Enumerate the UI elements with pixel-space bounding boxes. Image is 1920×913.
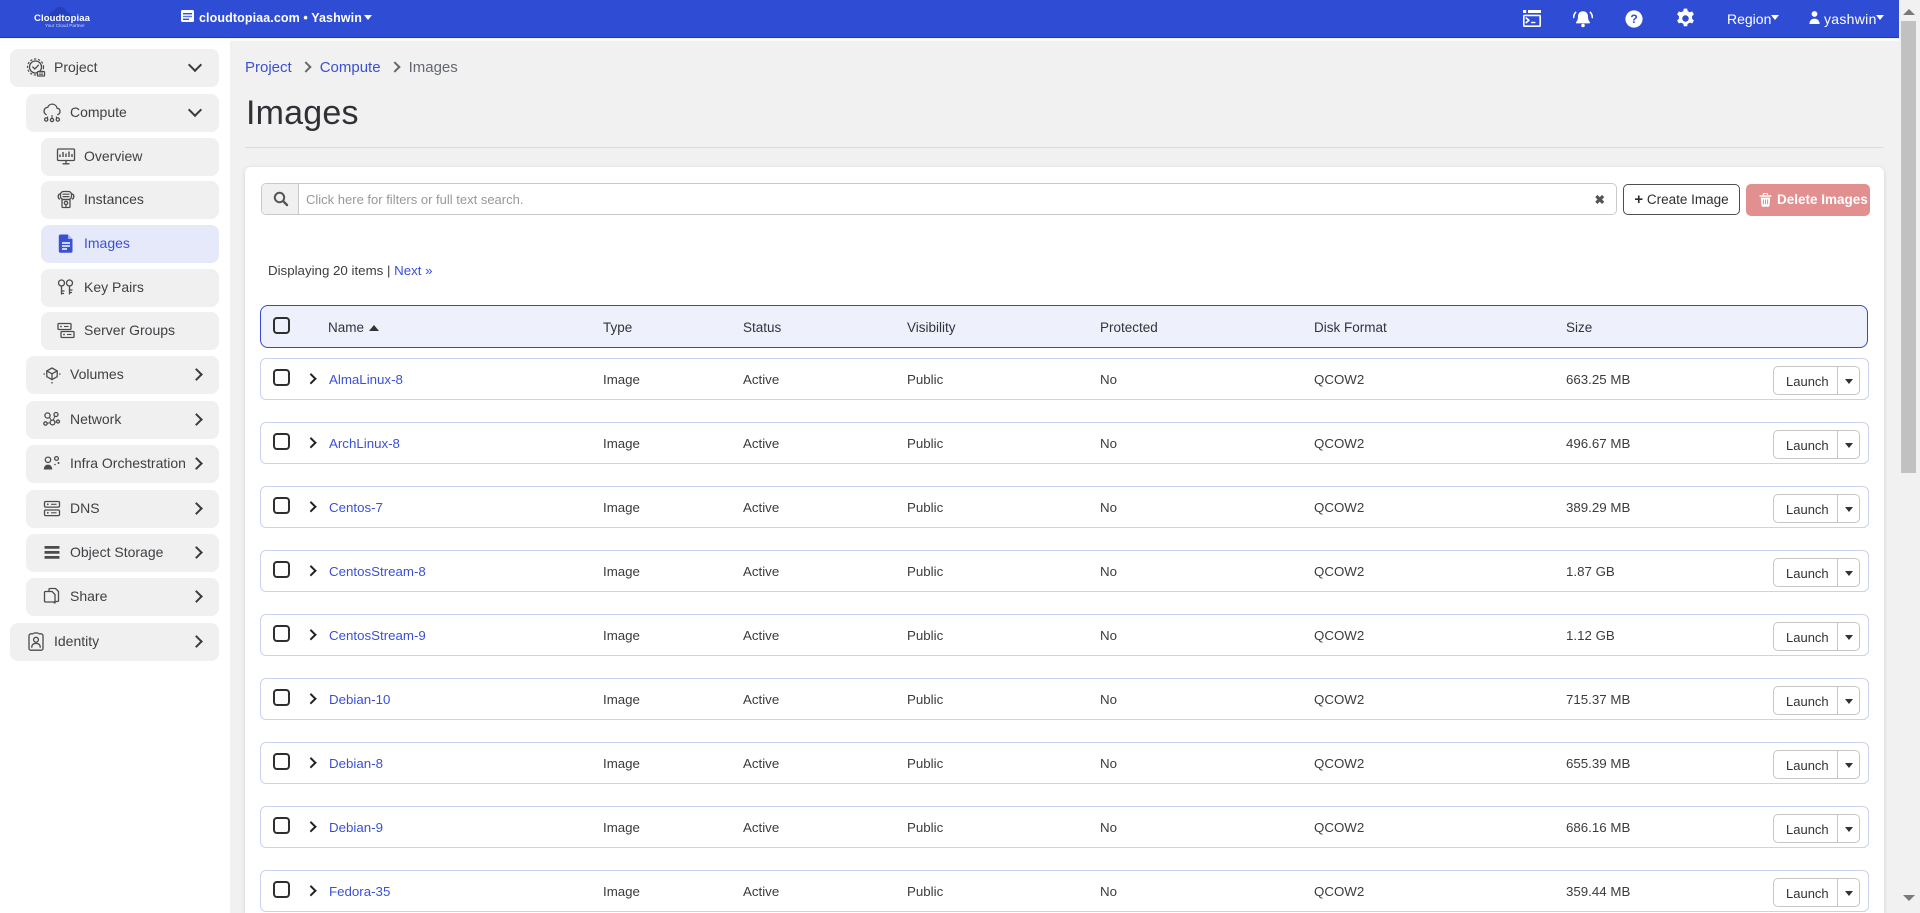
svg-text:?: ? bbox=[1630, 12, 1637, 26]
